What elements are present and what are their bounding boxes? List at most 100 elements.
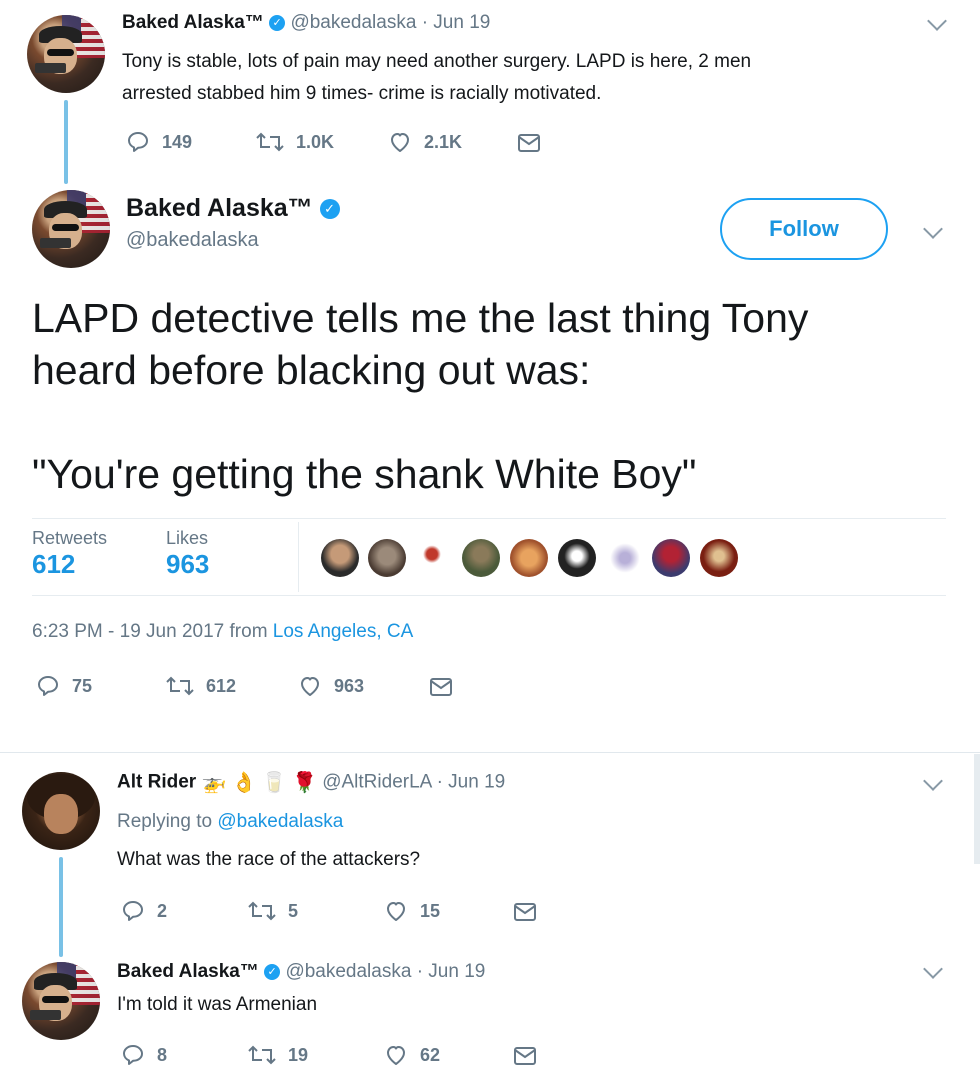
tweet-date[interactable]: · Jun 19 xyxy=(437,772,506,793)
tweet-header: Baked Alaska™ ✓ @bakedalaska · Jun 19 xyxy=(122,12,490,34)
like-count: 62 xyxy=(420,1044,441,1065)
tweet-date[interactable]: · Jun 19 xyxy=(422,12,491,33)
dm-button[interactable] xyxy=(512,1046,538,1066)
divider xyxy=(32,518,946,519)
tweet-text: Tony is stable, lots of pain may need an… xyxy=(122,46,751,110)
retweets-stat[interactable]: Retweets 612 xyxy=(32,528,107,580)
retweet-icon xyxy=(166,674,194,698)
avatar[interactable] xyxy=(27,15,105,93)
reply-icon xyxy=(36,674,60,698)
helicopter-icon: 🚁 xyxy=(201,772,227,794)
heart-icon xyxy=(388,130,412,154)
liker-avatar[interactable] xyxy=(652,539,690,577)
chevron-down-icon[interactable] xyxy=(927,11,947,31)
like-count: 2.1K xyxy=(424,131,463,152)
timestamp-text: 6:23 PM - 19 Jun 2017 from xyxy=(32,621,273,642)
tweet-text-line: Tony is stable, lots of pain may need an… xyxy=(122,51,752,72)
likes-stat[interactable]: Likes 963 xyxy=(166,528,209,580)
like-count: 15 xyxy=(420,900,441,921)
handle[interactable]: @AltRiderLA xyxy=(322,772,431,793)
dm-button[interactable] xyxy=(428,677,454,697)
dm-button[interactable] xyxy=(516,133,542,153)
chevron-down-icon[interactable] xyxy=(923,219,943,239)
reply-count: 2 xyxy=(157,900,168,921)
stat-label: Likes xyxy=(166,528,209,548)
retweet-count: 612 xyxy=(206,675,237,696)
retweet-count: 19 xyxy=(288,1044,309,1065)
tweet-text: I'm told it was Armenian xyxy=(117,994,318,1015)
avatar[interactable] xyxy=(32,190,110,268)
envelope-icon xyxy=(512,1046,538,1066)
display-name[interactable]: Alt Rider xyxy=(117,772,196,793)
liker-avatar[interactable] xyxy=(413,539,451,577)
liker-avatar[interactable] xyxy=(321,539,359,577)
envelope-icon xyxy=(428,677,454,697)
retweet-button[interactable]: 19 xyxy=(248,1043,308,1067)
liker-avatar[interactable] xyxy=(700,539,738,577)
thread-connector xyxy=(59,857,63,957)
avatar[interactable] xyxy=(22,772,100,850)
replying-to-link[interactable]: @bakedalaska xyxy=(217,811,343,832)
tweet-text: What was the race of the attackers? xyxy=(117,849,421,870)
location-link[interactable]: Los Angeles, CA xyxy=(273,621,413,642)
liker-avatar[interactable] xyxy=(510,539,548,577)
reply-icon xyxy=(121,899,145,923)
reply-button[interactable]: 8 xyxy=(121,1043,167,1067)
stat-value: 963 xyxy=(166,549,210,579)
like-button[interactable]: 963 xyxy=(298,674,364,698)
retweet-button[interactable]: 5 xyxy=(248,899,298,923)
replying-to: Replying to @bakedalaska xyxy=(117,811,343,833)
ok-hand-icon: 👌 xyxy=(231,772,257,794)
dm-button[interactable] xyxy=(512,902,538,922)
heart-icon xyxy=(384,899,408,923)
liker-avatar[interactable] xyxy=(606,539,644,577)
retweet-count: 5 xyxy=(288,900,299,921)
thread-connector xyxy=(64,100,68,184)
tweet-date[interactable]: · Jun 19 xyxy=(417,961,486,982)
reply-count: 149 xyxy=(162,131,193,152)
tweet-text-line: arrested stabbed him 9 times- crime is r… xyxy=(122,83,602,104)
reply-button[interactable]: 2 xyxy=(121,899,167,923)
like-count: 963 xyxy=(334,675,365,696)
retweet-button[interactable]: 612 xyxy=(166,674,236,698)
verified-badge-icon: ✓ xyxy=(319,199,340,220)
like-button[interactable]: 62 xyxy=(384,1043,440,1067)
reply-count: 8 xyxy=(157,1044,168,1065)
reply-button[interactable]: 149 xyxy=(126,130,192,154)
stat-label: Retweets xyxy=(32,528,108,548)
divider xyxy=(32,595,946,596)
handle[interactable]: @bakedalaska xyxy=(285,961,411,982)
scrollbar[interactable] xyxy=(974,754,980,864)
display-name[interactable]: Baked Alaska™ xyxy=(117,961,259,982)
liker-avatar[interactable] xyxy=(462,539,500,577)
reply-button[interactable]: 75 xyxy=(36,674,92,698)
reply-count: 75 xyxy=(72,675,93,696)
retweet-icon xyxy=(248,899,276,923)
heart-icon xyxy=(384,1043,408,1067)
display-name[interactable]: Baked Alaska™ xyxy=(122,12,264,33)
handle[interactable]: @bakedalaska xyxy=(126,229,340,252)
retweet-icon xyxy=(256,130,284,154)
tweet-text-line: heard before blacking out was: xyxy=(32,347,591,393)
tweet-header: Baked Alaska™ ✓ @bakedalaska xyxy=(126,194,340,252)
tweet-header: Baked Alaska™ ✓ @bakedalaska · Jun 19 xyxy=(117,961,485,983)
milk-glass-icon: 🥛 xyxy=(261,772,287,794)
chevron-down-icon[interactable] xyxy=(923,771,943,791)
handle[interactable]: @bakedalaska xyxy=(290,12,416,33)
avatar[interactable] xyxy=(22,962,100,1040)
heart-icon xyxy=(298,674,322,698)
replying-prefix: Replying to xyxy=(117,811,218,832)
liker-avatar[interactable] xyxy=(558,539,596,577)
retweet-icon xyxy=(248,1043,276,1067)
stat-value: 612 xyxy=(32,549,76,579)
reply-icon xyxy=(126,130,150,154)
tweet-timestamp: 6:23 PM - 19 Jun 2017 from Los Angeles, … xyxy=(32,621,413,643)
display-name[interactable]: Baked Alaska™ xyxy=(126,194,313,222)
liker-avatar[interactable] xyxy=(368,539,406,577)
like-button[interactable]: 2.1K xyxy=(388,130,462,154)
chevron-down-icon[interactable] xyxy=(923,959,943,979)
follow-button[interactable]: Follow xyxy=(720,198,888,260)
stats-separator xyxy=(298,522,299,592)
retweet-button[interactable]: 1.0K xyxy=(256,130,334,154)
like-button[interactable]: 15 xyxy=(384,899,440,923)
